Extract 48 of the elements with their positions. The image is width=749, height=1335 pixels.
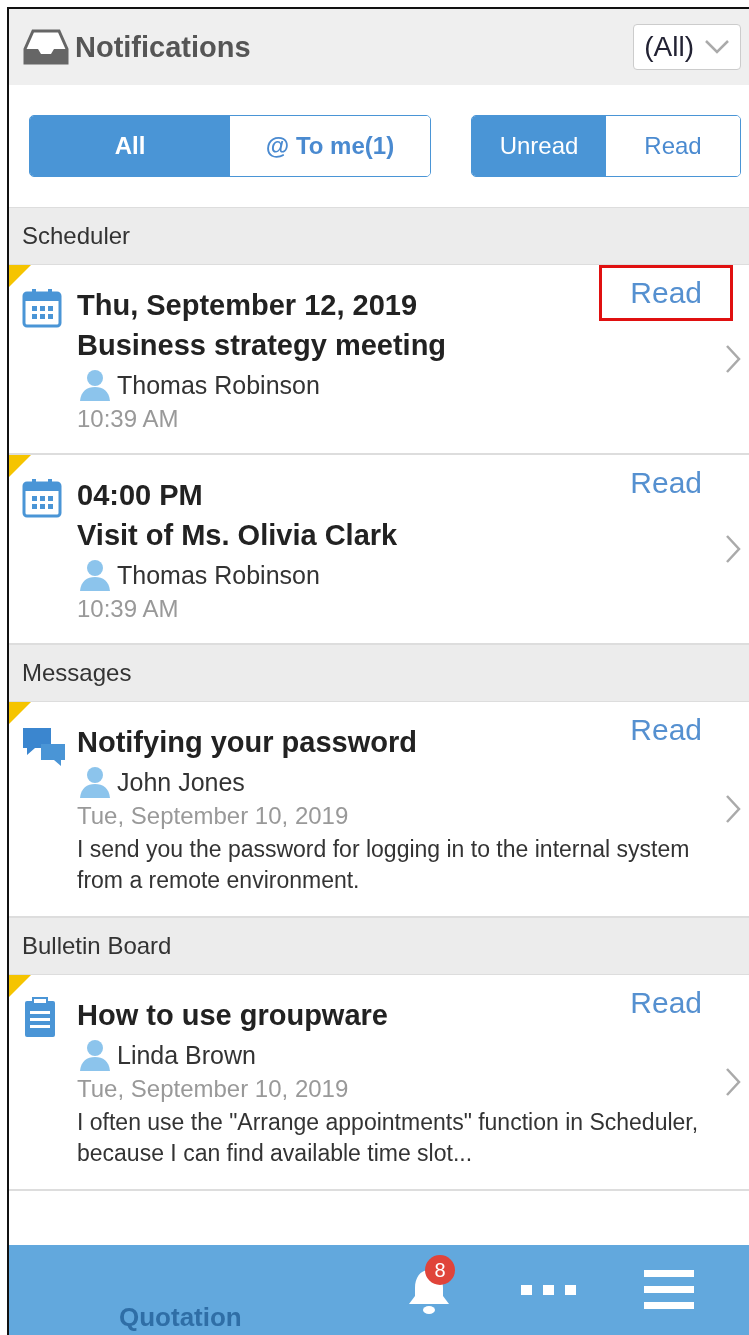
filter-tab[interactable]: Unread <box>472 116 606 176</box>
read-button[interactable]: Read <box>599 455 733 511</box>
item-title: Business strategy meeting <box>77 328 447 363</box>
read-button[interactable]: Read <box>599 702 733 758</box>
timestamp: Tue, September 10, 2019 <box>77 802 350 830</box>
page-title: Notifications <box>75 30 251 64</box>
menu-icon <box>644 1268 694 1312</box>
item-title: Quotation <box>119 1302 242 1333</box>
user-name: Thomas Robinson <box>117 370 320 400</box>
timestamp: 10:39 AM <box>77 595 180 623</box>
filter-tab[interactable]: All <box>30 116 230 176</box>
chevron-down-icon <box>704 39 730 55</box>
item-title: 04:00 PM <box>77 478 203 513</box>
chevron-right-icon <box>725 1067 741 1097</box>
read-button[interactable]: Read <box>599 265 733 321</box>
inbox-tray-icon <box>23 28 69 66</box>
section-header: Bulletin Board <box>9 918 749 975</box>
read-button[interactable]: Read <box>599 975 733 1031</box>
message-preview: I often use the "Arrange appointments" function in Scheduler, because I can find available time slot... <box>77 1108 700 1168</box>
chevron-right-icon <box>725 344 741 374</box>
calendar-icon <box>21 287 63 329</box>
section-header: Scheduler <box>9 208 749 265</box>
person-icon <box>77 369 113 401</box>
chevron-right-icon <box>725 534 741 564</box>
item-title: Notifying your password <box>77 725 417 760</box>
person-icon <box>77 1039 113 1071</box>
person-icon <box>77 559 113 591</box>
user-name: John Jones <box>117 767 245 797</box>
user-name: Linda Brown <box>117 1040 256 1070</box>
item-title: How to use groupware <box>77 998 388 1033</box>
item-title: Visit of Ms. Olivia Clark <box>77 518 398 553</box>
timestamp: Tue, September 10, 2019 <box>77 1075 350 1103</box>
message-preview: I send you the password for logging in to the internal system from a remote environment. <box>77 835 691 895</box>
count-badge: 8 <box>425 1255 455 1285</box>
timestamp: 10:39 AM <box>77 405 180 433</box>
more-dots-icon <box>521 1283 577 1297</box>
notification-item[interactable]: 04:00 PM Visit of Ms. Olivia Clark Thomas Robinson 10:39 AM Read <box>9 455 749 645</box>
notification-item[interactable]: Thu, September 12, 2019 Business strategy meeting Thomas Robinson 10:39 AM Read <box>9 265 749 455</box>
calendar-icon <box>21 477 63 519</box>
section-header: Messages <box>9 645 749 702</box>
notification-item[interactable]: Notifying your password John Jones Tue, September 10, 2019 I send you the password for logging in to the internal system from a remote environment. Read <box>9 702 749 918</box>
filter-dropdown[interactable]: (All) <box>633 24 741 70</box>
chevron-right-icon <box>725 794 741 824</box>
item-title: Thu, September 12, 2019 <box>77 288 418 323</box>
person-icon <box>77 766 113 798</box>
user-name: Thomas Robinson <box>117 560 320 590</box>
notification-item[interactable]: How to use groupware Linda Brown Tue, September 10, 2019 I often use the "Arrange appointments" function in Scheduler, because I can find available time slot... Read <box>9 975 749 1191</box>
notifications-button[interactable]: 8 <box>369 1255 489 1325</box>
